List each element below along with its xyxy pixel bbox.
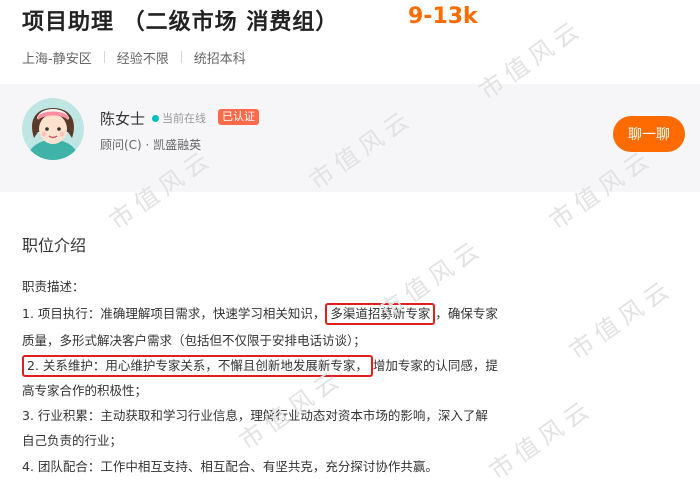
job-title: 项目助理 （二级市场 消费组） bbox=[22, 10, 339, 35]
description-line: 质量，多形式解决客户需求（包括但不仅限于安排电话访谈）； bbox=[22, 333, 366, 348]
avatar-illustration bbox=[22, 98, 84, 160]
watermark: 市值风云 bbox=[484, 393, 599, 486]
description-line: 1. 项目执行：准确理解项目需求，快速学习相关知识， 多渠道招募新专家 ，确保专家 bbox=[22, 303, 498, 325]
description-line: 2. 关系维护：用心维护专家关系，不懈且创新地发展新专家， 增加专家的认同感，提 bbox=[22, 355, 498, 377]
section-title: 职位介绍 bbox=[22, 236, 87, 255]
salary: 9-13k bbox=[408, 4, 478, 29]
description-text: 增加专家的认同感，提 bbox=[372, 358, 498, 373]
recruiter-position-company: 顾问(C) · 凯盛融英 bbox=[100, 138, 202, 152]
description-line: 高专家合作的积极性； bbox=[22, 383, 148, 398]
chat-button[interactable]: 聊一聊 bbox=[613, 116, 685, 152]
job-header: 项目助理 （二级市场 消费组） 9-13k 上海-静安区 经验不限 统招本科 bbox=[0, 0, 700, 84]
online-status: 当前在线 bbox=[162, 112, 206, 125]
verified-badge: 已认证 bbox=[218, 109, 259, 125]
tag-divider bbox=[180, 51, 182, 63]
recruiter-name: 陈女士 bbox=[100, 110, 146, 128]
online-status-icon bbox=[152, 115, 159, 122]
highlighted-text: 多渠道招募新专家 bbox=[325, 303, 436, 325]
watermark: 市值风云 bbox=[564, 273, 679, 366]
description-text: ，确保专家 bbox=[435, 306, 498, 321]
recruiter-avatar[interactable] bbox=[22, 98, 84, 160]
description-text: 1. 项目执行：准确理解项目需求，快速学习相关知识， bbox=[22, 306, 326, 321]
description-line: 自己负责的行业； bbox=[22, 433, 123, 448]
experience-tag: 经验不限 bbox=[116, 51, 169, 67]
highlighted-text: 2. 关系维护：用心维护专家关系，不懈且创新地发展新专家， bbox=[22, 355, 373, 377]
description-heading: 职责描述： bbox=[22, 279, 85, 294]
education-tag: 统招本科 bbox=[193, 51, 246, 67]
location-tag: 上海-静安区 bbox=[22, 51, 92, 67]
description-line: 3. 行业积累：主动获取和学习行业信息，理解行业动态对资本市场的影响，深入了解 bbox=[22, 408, 488, 423]
recruiter-card: 陈女士 当前在线 已认证 顾问(C) · 凯盛融英 聊一聊 bbox=[0, 84, 700, 192]
tag-divider bbox=[103, 51, 105, 63]
description-line: 4. 团队配合：工作中相互支持、相互配合、有坚共克，充分探讨协作共赢。 bbox=[22, 459, 438, 474]
job-tags: 上海-静安区 经验不限 统招本科 bbox=[22, 48, 246, 67]
